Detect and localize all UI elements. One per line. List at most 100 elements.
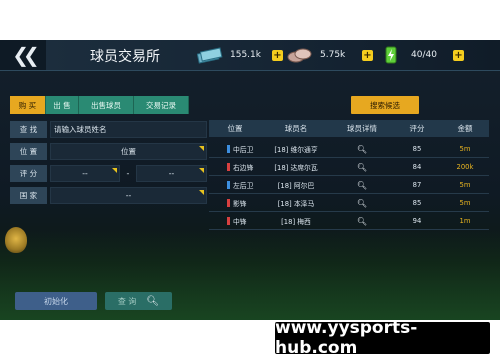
rating-range-separator: - (126, 169, 130, 178)
filter-country-label: 国 家 (10, 187, 47, 204)
filter-rating-label: 评 分 (10, 165, 47, 182)
position-select-value: 位置 (121, 147, 136, 156)
row-details-button[interactable]: 🔍︎ (331, 163, 393, 172)
tab-sell[interactable]: 出 售 (46, 96, 79, 114)
table-row[interactable]: 左后卫 [18] 阿尔巴 🔍︎ 87 5m (209, 177, 489, 194)
position-color-marker (227, 217, 230, 225)
filter-search-row: 查 找 请输入球员姓名 (10, 121, 207, 138)
position-select[interactable]: 位置 (50, 143, 207, 160)
table-row[interactable]: 中后卫 [18] 维尔通亨 🔍︎ 85 5m (209, 141, 489, 158)
row-price: 5m (459, 181, 471, 189)
row-position-label: 右边锋 (233, 164, 254, 172)
tab-sell-player[interactable]: 出售球员 (79, 96, 134, 114)
row-rating: 85 (412, 145, 422, 153)
player-name-input[interactable]: 请输入球员姓名 (50, 121, 207, 138)
filter-position-row: 位 置 位置 (10, 143, 207, 160)
dropdown-corner-icon (112, 168, 117, 173)
row-price: 5m (459, 199, 471, 207)
rating-min-select[interactable]: -- (50, 165, 120, 182)
dropdown-corner-icon (199, 190, 204, 195)
dropdown-corner-icon (199, 146, 204, 151)
column-price: 金额 (457, 124, 473, 133)
position-color-marker (227, 181, 230, 189)
row-details-button[interactable]: 🔍︎ (331, 181, 393, 190)
currency-cash: 155.1k + (196, 45, 283, 65)
country-select-value: -- (125, 191, 132, 200)
magnifier-icon: 🔍︎ (356, 162, 368, 172)
row-player-name: [18] 阿尔巴 (277, 182, 315, 190)
filter-search-label: 查 找 (10, 121, 47, 138)
column-player-details: 球员详情 (347, 124, 377, 133)
row-position: 左后卫 (209, 180, 261, 190)
currency-energy: 40/40 + (377, 45, 464, 65)
add-cash-button[interactable]: + (272, 49, 283, 61)
add-coins-button[interactable]: + (362, 49, 373, 61)
column-position: 位置 (227, 124, 243, 133)
player-name-placeholder: 请输入球员姓名 (54, 125, 107, 134)
table-row[interactable]: 影锋 [18] 本泽马 🔍︎ 85 5m (209, 195, 489, 212)
row-position-label: 中后卫 (233, 146, 254, 154)
double-chevron-left-icon: ❮❮ (12, 43, 39, 67)
table-row[interactable]: 中锋 [18] 梅西 🔍︎ 94 1m (209, 213, 489, 230)
row-position-label: 左后卫 (233, 182, 254, 190)
dropdown-corner-icon (199, 168, 204, 173)
row-player-name: [18] 梅西 (281, 218, 311, 226)
cash-value: 155.1k (230, 50, 261, 60)
row-rating: 94 (412, 217, 422, 225)
row-price: 1m (459, 217, 471, 225)
watermark-banner: www.yysports-hub.com (275, 318, 490, 358)
magnifier-icon: 🔍︎ (356, 216, 368, 226)
currency-coins: 5.75k + (286, 45, 373, 65)
row-details-button[interactable]: 🔍︎ (331, 199, 393, 208)
add-energy-button[interactable]: + (453, 49, 464, 61)
row-player-name: [18] 达席尔瓦 (274, 164, 318, 172)
row-position: 影锋 (209, 198, 261, 208)
row-position-label: 中锋 (233, 218, 247, 226)
table-header: 位置 球员名 球员详情 评分 金额 (209, 120, 489, 137)
column-player-name: 球员名 (284, 124, 308, 133)
table-row[interactable]: 右边锋 [18] 达席尔瓦 🔍︎ 84 200k (209, 159, 489, 176)
row-rating: 87 (412, 181, 422, 189)
search-candidates-button[interactable]: 搜索候选 (351, 96, 419, 114)
row-position: 右边锋 (209, 162, 261, 172)
rating-min-value: -- (82, 169, 88, 178)
tab-trade-history[interactable]: 交易记录 (134, 96, 189, 114)
row-position-label: 影锋 (233, 200, 247, 208)
column-rating: 评分 (409, 124, 425, 133)
page-title: 球员交易所 (90, 49, 160, 65)
coins-icon (286, 45, 314, 65)
game-screen: ❮❮ 球员交易所 155.1k + 5.75k + 40/40 + 购 买 出 … (0, 40, 500, 320)
magnifier-icon: 🔍︎ (356, 180, 368, 190)
mascot-avatar[interactable] (5, 227, 27, 253)
row-details-button[interactable]: 🔍︎ (331, 145, 393, 154)
magnifier-icon: 🔍︎ (146, 295, 160, 307)
row-details-button[interactable]: 🔍︎ (331, 217, 393, 226)
reset-button[interactable]: 初始化 (15, 292, 97, 310)
row-price: 200k (456, 163, 474, 171)
position-color-marker (227, 163, 230, 171)
cash-stack-icon (196, 45, 224, 65)
top-bar: ❮❮ 球员交易所 155.1k + 5.75k + 40/40 + (0, 40, 500, 71)
row-player-name: [18] 维尔通亨 (274, 146, 318, 154)
magnifier-icon: 🔍︎ (356, 144, 368, 154)
row-price: 5m (459, 145, 471, 153)
position-color-marker (227, 199, 230, 207)
magnifier-icon: 🔍︎ (356, 198, 368, 208)
row-rating: 85 (412, 199, 422, 207)
rating-max-value: -- (168, 169, 175, 178)
filter-position-label: 位 置 (10, 143, 47, 160)
tab-bar: 购 买 出 售 出售球员 交易记录 (10, 96, 189, 114)
row-player-name: [18] 本泽马 (277, 200, 315, 208)
back-button[interactable]: ❮❮ (0, 40, 46, 70)
filter-country-row: 国 家 -- (10, 187, 207, 204)
position-color-marker (227, 145, 230, 153)
filter-rating-row: 评 分 -- - -- (10, 165, 207, 182)
query-button-label: 查 询 (117, 296, 137, 306)
energy-value: 40/40 (411, 50, 437, 60)
row-position: 中锋 (209, 216, 261, 226)
country-select[interactable]: -- (50, 187, 207, 204)
tab-buy[interactable]: 购 买 (10, 96, 46, 114)
query-button[interactable]: 查 询 🔍︎ (105, 292, 172, 310)
row-position: 中后卫 (209, 144, 261, 154)
rating-max-select[interactable]: -- (136, 165, 207, 182)
